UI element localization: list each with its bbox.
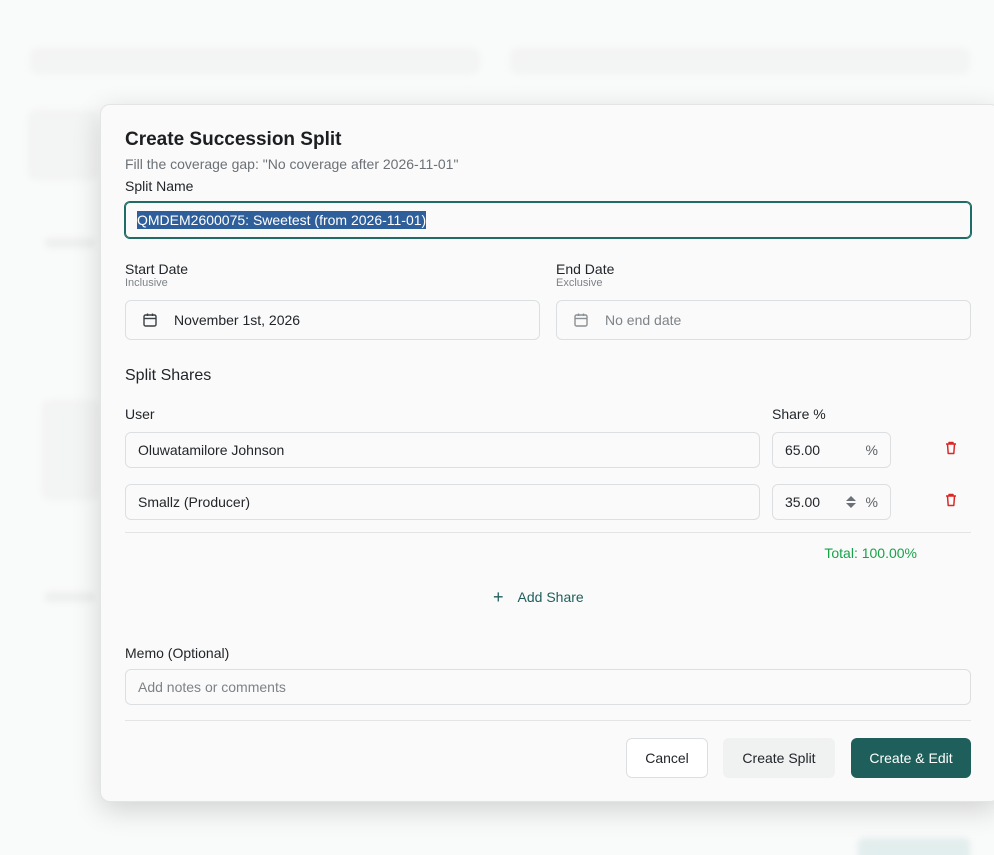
create-split-button[interactable]: Create Split <box>723 738 835 778</box>
start-date-label: Start Date <box>125 261 189 277</box>
split-name-value: QMDEM2600075: Sweetest (from 2026-11-01) <box>137 211 427 229</box>
share-percent-input[interactable]: 35.00 % <box>772 484 891 520</box>
calendar-icon <box>573 312 589 328</box>
share-percent-value: 35.00 <box>785 494 821 510</box>
dialog-title: Create Succession Split <box>125 129 342 150</box>
split-name-input[interactable]: QMDEM2600075: Sweetest (from 2026-11-01) <box>124 201 972 239</box>
user-column-header: User <box>125 406 155 422</box>
add-share-label: Add Share <box>517 589 584 605</box>
memo-placeholder: Add notes or comments <box>138 679 286 695</box>
end-date-picker[interactable]: No end date <box>556 300 971 340</box>
create-succession-split-dialog: Create Succession Split Fill the coverag… <box>100 104 994 802</box>
plus-icon: + <box>493 587 504 607</box>
start-date-value: November 1st, 2026 <box>174 312 301 328</box>
share-percent-value: 65.00 <box>785 442 821 458</box>
end-date-label: End Date <box>556 261 615 277</box>
share-user-input[interactable]: Smallz (Producer) <box>125 484 760 520</box>
create-and-edit-button[interactable]: Create & Edit <box>851 738 971 778</box>
share-user-input[interactable]: Oluwatamilore Johnson <box>125 432 760 468</box>
number-stepper[interactable] <box>845 496 856 508</box>
memo-label: Memo (Optional) <box>125 645 230 661</box>
memo-input[interactable]: Add notes or comments <box>125 669 971 705</box>
split-name-label: Split Name <box>125 178 194 194</box>
shares-divider <box>125 532 971 533</box>
share-user-value: Smallz (Producer) <box>138 494 251 510</box>
end-date-hint: Exclusive <box>556 277 603 289</box>
share-column-header: Share % <box>772 406 826 422</box>
footer-divider <box>125 720 971 721</box>
start-date-hint: Inclusive <box>125 277 168 289</box>
cancel-button[interactable]: Cancel <box>626 738 708 778</box>
end-date-placeholder: No end date <box>605 312 682 328</box>
percent-symbol: % <box>865 494 878 510</box>
share-percent-input[interactable]: 65.00 % <box>772 432 891 468</box>
trash-icon[interactable] <box>943 440 959 456</box>
split-shares-title: Split Shares <box>125 367 212 384</box>
dialog-subtitle: Fill the coverage gap: "No coverage afte… <box>125 156 459 172</box>
trash-icon[interactable] <box>943 492 959 508</box>
share-user-value: Oluwatamilore Johnson <box>138 442 285 458</box>
start-date-picker[interactable]: November 1st, 2026 <box>125 300 540 340</box>
calendar-icon <box>142 312 158 328</box>
shares-total: Total: 100.00% <box>824 545 917 561</box>
percent-symbol: % <box>865 442 878 458</box>
add-share-button[interactable]: + Add Share <box>493 583 584 611</box>
